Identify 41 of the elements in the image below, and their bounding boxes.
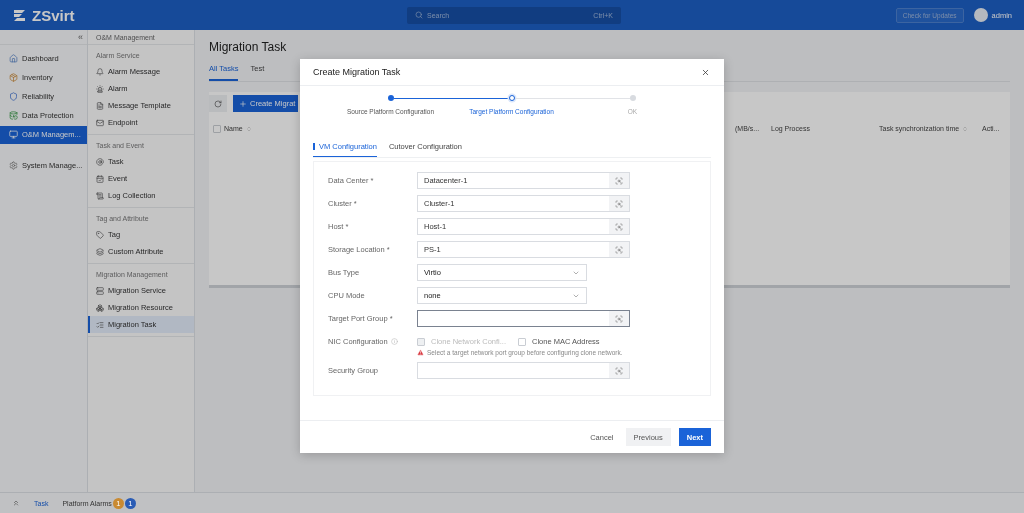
sort-icon[interactable] bbox=[962, 125, 969, 132]
sort-icon[interactable] bbox=[245, 125, 252, 132]
expand-icon[interactable] bbox=[12, 499, 20, 507]
browse-icon[interactable] bbox=[615, 222, 623, 231]
gear-icon bbox=[9, 160, 18, 170]
page-title: Migration Task bbox=[209, 40, 288, 54]
checklist-icon bbox=[96, 320, 104, 329]
boxes-icon bbox=[96, 303, 104, 312]
picker-field[interactable] bbox=[417, 310, 630, 327]
mail-icon bbox=[96, 118, 104, 127]
browse-icon[interactable] bbox=[615, 314, 623, 323]
logo-text: ZSvirt bbox=[32, 6, 75, 24]
siren-icon bbox=[96, 84, 104, 93]
tag-icon bbox=[96, 230, 104, 239]
close-icon[interactable] bbox=[701, 67, 710, 77]
refresh-button[interactable] bbox=[209, 95, 227, 112]
refresh-icon bbox=[214, 99, 222, 108]
scroll-icon bbox=[96, 191, 104, 200]
search-icon bbox=[415, 11, 423, 19]
dialog-title: Create Migration Task bbox=[313, 67, 401, 77]
plus-icon bbox=[239, 99, 247, 108]
browse-icon[interactable] bbox=[615, 366, 623, 375]
logo-icon bbox=[12, 7, 27, 23]
collapse-toggle[interactable]: « bbox=[78, 32, 83, 42]
layers-icon bbox=[96, 247, 104, 256]
monitor-icon bbox=[9, 130, 18, 139]
browse-icon[interactable] bbox=[615, 199, 623, 208]
shield-icon bbox=[9, 92, 18, 101]
server-icon bbox=[96, 286, 104, 295]
home-icon bbox=[9, 54, 18, 63]
at-sign-icon bbox=[96, 157, 104, 166]
bell-icon bbox=[96, 67, 104, 76]
browse-icon[interactable] bbox=[615, 176, 623, 185]
box-icon bbox=[9, 73, 18, 82]
calendar-icon bbox=[96, 174, 104, 183]
browse-icon[interactable] bbox=[615, 245, 623, 254]
select-all-checkbox[interactable] bbox=[213, 124, 221, 133]
info-icon[interactable] bbox=[390, 338, 398, 345]
avatar-icon[interactable] bbox=[973, 8, 988, 22]
warning-icon bbox=[417, 349, 424, 356]
document-icon bbox=[96, 101, 104, 110]
